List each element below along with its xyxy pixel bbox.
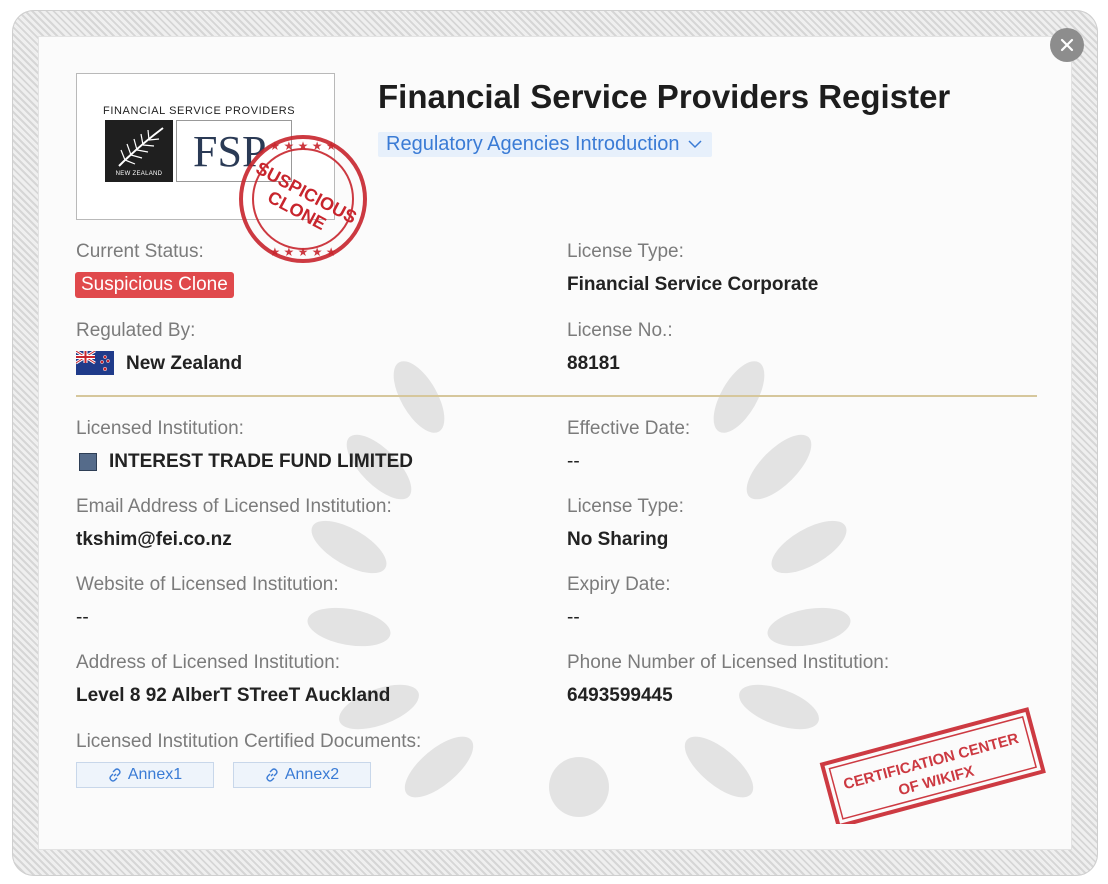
agency-introduction-dropdown[interactable]: Regulatory Agencies Introduction (378, 132, 712, 157)
logo-caption: FINANCIAL SERVICE PROVIDERS (103, 105, 296, 117)
license-type-2-label: License Type: (567, 496, 684, 517)
effective-date-value: -- (567, 451, 580, 472)
close-icon (1060, 38, 1074, 52)
new-zealand-flag-icon (76, 351, 114, 375)
license-no-label: License No.: (567, 320, 673, 341)
effective-date-label: Effective Date: (567, 418, 691, 439)
annex2-link[interactable]: Annex2 (233, 762, 371, 788)
license-type-label: License Type: (567, 241, 684, 262)
institution-logo-icon (79, 453, 97, 471)
license-type-value: Financial Service Corporate (567, 274, 819, 295)
annex1-link[interactable]: Annex1 (76, 762, 214, 788)
agency-dropdown-label: Regulatory Agencies Introduction (386, 133, 680, 155)
email-value: tkshim@fei.co.nz (76, 529, 232, 550)
close-button[interactable] (1050, 28, 1084, 62)
page-title: Financial Service Providers Register (378, 78, 951, 115)
phone-label: Phone Number of Licensed Institution: (567, 652, 890, 673)
regulated-by-label: Regulated By: (76, 320, 196, 341)
link-icon (109, 768, 121, 782)
annex1-label: Annex1 (127, 766, 183, 783)
licensed-institution-value: INTEREST TRADE FUND LIMITED (109, 451, 413, 472)
phone-value: 6493599445 (567, 685, 673, 706)
logo-country: NEW ZEALAND (115, 171, 163, 177)
licensed-institution-label: Licensed Institution: (76, 418, 244, 439)
fern-emblem: NEW ZEALAND (105, 120, 173, 182)
email-label: Email Address of Licensed Institution: (76, 496, 392, 517)
chevron-down-icon (687, 140, 702, 149)
license-no-value: 88181 (567, 353, 620, 374)
annex2-label: Annex2 (284, 766, 340, 783)
suspicious-clone-stamp: ★ ★ ★ ★ ★ ★ ★ ★ ★ ★ SUSPICIOUS CLONE (239, 135, 367, 263)
section-divider (76, 395, 1037, 397)
certification-center-stamp: CERTIFICATION CENTER OF WIKIFX (819, 707, 1046, 824)
link-icon (266, 768, 278, 782)
address-label: Address of Licensed Institution: (76, 652, 341, 673)
expiry-date-label: Expiry Date: (567, 574, 671, 595)
svg-text:★ ★ ★ ★ ★: ★ ★ ★ ★ ★ (269, 245, 336, 259)
website-value: -- (76, 607, 89, 628)
svg-text:★ ★ ★ ★ ★: ★ ★ ★ ★ ★ (269, 139, 336, 153)
documents-label: Licensed Institution Certified Documents… (76, 731, 422, 752)
license-type-2-value: No Sharing (567, 529, 669, 550)
regulated-by-value: New Zealand (126, 353, 243, 374)
fern-icon (118, 127, 164, 167)
expiry-date-value: -- (567, 607, 580, 628)
status-badge: Suspicious Clone (75, 272, 234, 298)
address-value: Level 8 92 AlberT STreeT Auckland (76, 685, 391, 706)
website-label: Website of Licensed Institution: (76, 574, 339, 595)
current-status-label: Current Status: (76, 241, 204, 262)
